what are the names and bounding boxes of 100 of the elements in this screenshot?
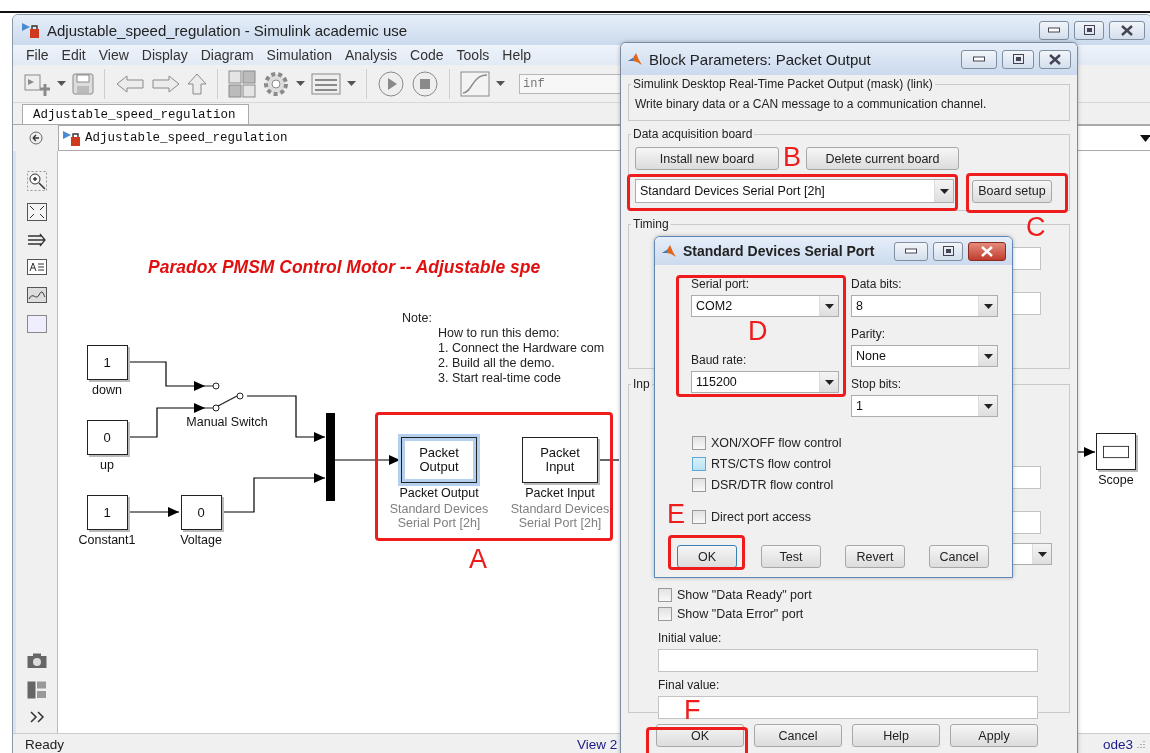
text-field[interactable] [658,649,1038,672]
chevron-icon[interactable] [28,711,45,723]
block-detail: Standard Devices Serial Port [2h] [510,502,610,530]
maximize-button[interactable] [933,241,963,261]
area-icon[interactable] [26,315,47,333]
dropdown[interactable]: 1 [851,395,998,417]
dropdown[interactable]: 8 [851,295,998,317]
window-title: Adjustable_speed_regulation - Simulink academic use [47,21,408,39]
dialog-button[interactable]: Cancel [754,724,842,747]
caret-icon[interactable] [296,80,305,87]
up-arrow-icon[interactable] [187,72,207,95]
minimize-button[interactable] [894,241,928,261]
dropdown[interactable]: 115200 [691,371,839,393]
constant-block: 1 [86,495,128,530]
note-heading: Note: [401,311,433,326]
minimize-icon [1048,27,1060,33]
checkbox[interactable] [658,588,672,602]
delete-board-button[interactable]: Delete current board [806,147,959,170]
group-legend: Inp [631,377,652,391]
dialog-button[interactable]: Help [852,724,940,747]
field-label: Stop bits: [851,377,903,391]
dialog-title: Block Parameters: Packet Output [649,50,871,68]
checkbox[interactable] [692,436,706,450]
model-tab[interactable]: Adjustable_speed_regulation [22,104,249,124]
maximize-icon [942,246,954,256]
checkbox[interactable] [692,478,706,492]
minimize-button[interactable] [961,49,997,69]
menu-item[interactable]: Simulation [266,47,332,63]
forward-arrow-icon[interactable] [151,73,181,94]
explorer-icon[interactable] [26,681,47,699]
dropdown[interactable]: COM2 [691,295,839,317]
logo-icon [661,244,677,258]
dialog-button[interactable]: OK [677,545,737,568]
checkbox[interactable] [658,607,672,621]
group-legend: Simulink Desktop Real-Time Packet Output (mask) (link) [631,77,935,91]
caret-icon [1037,551,1047,557]
field-label: Final value: [658,678,721,692]
field-label: Parity: [851,327,886,341]
maximize-button[interactable] [1074,20,1104,40]
menu-item[interactable]: Help [502,47,532,63]
constant-block: 0 [180,495,222,530]
dialog-button[interactable]: Test [761,545,821,568]
screen-icon [1103,444,1129,459]
menu-item[interactable]: Code [410,47,444,63]
parameters-icon[interactable] [311,72,341,95]
dialog-button[interactable]: Apply [950,724,1038,747]
stop-icon[interactable] [411,69,439,98]
minimize-icon [973,56,985,62]
dialog-button[interactable]: Revert [845,545,905,568]
minimize-button[interactable] [1039,20,1069,40]
block-label: Voltage [180,533,222,547]
constant-block: 0 [86,420,128,455]
maximize-button[interactable] [1002,49,1034,69]
library-icon[interactable] [228,69,256,98]
packet-block: Packet Output [401,437,477,483]
callout-letter: D [748,318,768,345]
checkbox[interactable] [692,457,706,471]
install-board-button[interactable]: Install new board [635,147,779,170]
checkbox-label: Show "Data Error" port [677,607,804,621]
menu-item[interactable]: File [26,47,49,63]
dropdown[interactable]: None [851,345,998,367]
camera-icon[interactable] [26,653,47,669]
checkbox[interactable] [692,510,706,524]
menu-item[interactable]: Display [141,47,188,63]
dialog-button[interactable]: OK [656,724,744,747]
back-arrow-icon[interactable] [115,73,145,94]
caret-icon[interactable] [496,80,505,87]
packet-block: Packet Input [522,437,598,483]
caret-icon [983,403,993,409]
gear-icon[interactable] [262,69,290,98]
menu-item[interactable]: Edit [61,47,86,63]
menu-item[interactable]: View [98,47,129,63]
note-line: 3. Start real-time code [437,371,562,386]
signal-arrows-icon[interactable] [26,233,47,247]
annotation-icon[interactable] [26,259,47,275]
menu-item[interactable]: Diagram [200,47,254,63]
back-icon[interactable] [28,131,43,145]
checkbox-label: RTS/CTS flow control [711,457,831,471]
menu-item[interactable]: Tools [456,47,490,63]
menu-item[interactable]: Analysis [344,47,398,63]
signal-line [1077,447,1096,457]
save-icon[interactable] [72,72,94,95]
board-setup-button[interactable]: Board setup [972,179,1052,203]
dialog-button[interactable]: Cancel [929,545,989,568]
zoom-in-icon[interactable] [26,171,47,191]
run-icon[interactable] [377,69,405,98]
image-icon[interactable] [26,287,47,303]
dropdown[interactable]: Standard Devices Serial Port [2h] [635,179,954,203]
close-button[interactable] [968,241,1006,261]
caret-icon[interactable] [57,80,66,87]
scope-icon[interactable] [460,70,490,97]
close-button[interactable] [1109,20,1145,40]
text-field[interactable] [658,696,1038,719]
close-button[interactable] [1039,49,1071,69]
fit-view-icon[interactable] [26,203,47,221]
block-label: up [100,458,114,472]
checkbox-label: DSR/DTR flow control [711,478,834,492]
block-label: down [92,383,122,397]
caret-icon[interactable] [347,80,356,87]
caret-icon [824,303,834,309]
